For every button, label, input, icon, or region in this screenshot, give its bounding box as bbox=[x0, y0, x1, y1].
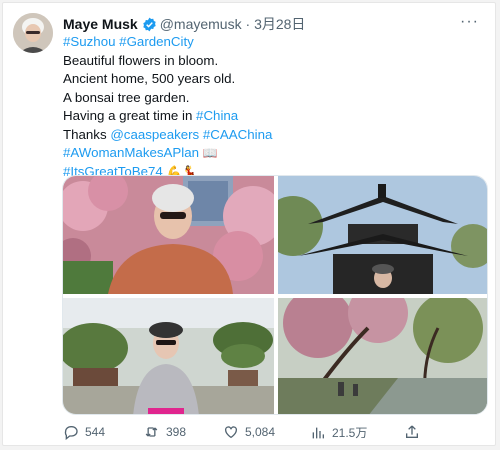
tweet-actions: 544 398 5,084 21.5万 bbox=[3, 424, 497, 448]
author-avatar[interactable] bbox=[13, 13, 53, 53]
hashtags-line[interactable]: #Suzhou #GardenCity bbox=[63, 33, 483, 52]
text-line: Beautiful flowers in bloom. bbox=[63, 52, 219, 68]
text-line: Ancient home, 500 years old. bbox=[63, 71, 236, 86]
separator-dot: · bbox=[241, 16, 255, 32]
hashtag-awomanmakesaplan[interactable]: #AWomanMakesAPlan bbox=[63, 145, 199, 160]
photo-canal-trees[interactable] bbox=[278, 298, 487, 414]
text-segment: Having a great time in bbox=[63, 108, 197, 123]
mention-links[interactable]: @caaspeakers #CAAChina bbox=[110, 127, 272, 142]
more-icon[interactable]: ··· bbox=[460, 13, 479, 31]
share-button[interactable] bbox=[404, 424, 420, 440]
reply-count: 544 bbox=[85, 425, 106, 439]
views-button[interactable]: 21.5万 bbox=[310, 424, 367, 441]
tweet-date[interactable]: 3月28日 bbox=[254, 16, 305, 32]
book-emoji: 📖 bbox=[202, 146, 218, 160]
author-handle[interactable]: @mayemusk bbox=[160, 16, 242, 32]
retweet-icon bbox=[143, 424, 160, 440]
reply-button[interactable]: 544 bbox=[63, 424, 105, 440]
tweet-card[interactable]: Maye Musk @mayemusk · 3月28日 ··· #Suzhou #… bbox=[2, 2, 496, 446]
text-segment: Thanks bbox=[63, 126, 111, 142]
like-button[interactable]: 5,084 bbox=[223, 424, 275, 440]
text-line: Thanks @caaspeakers #CAAChina bbox=[63, 126, 483, 145]
retweet-button[interactable]: 398 bbox=[143, 424, 186, 440]
text-line: Having a great time in #China bbox=[63, 107, 483, 126]
views-count: 21.5万 bbox=[332, 426, 368, 440]
text-line: #AWomanMakesAPlan 📖 bbox=[63, 144, 483, 163]
tweet-header: Maye Musk @mayemusk · 3月28日 bbox=[63, 14, 305, 35]
share-icon bbox=[404, 424, 420, 440]
views-icon bbox=[310, 425, 326, 441]
media-grid bbox=[62, 175, 488, 415]
reply-icon bbox=[63, 424, 79, 440]
photo-bonsai-garden[interactable] bbox=[63, 298, 274, 414]
author-name[interactable]: Maye Musk bbox=[63, 16, 138, 32]
hashtag-china[interactable]: #China bbox=[196, 108, 238, 123]
like-count: 5,084 bbox=[245, 425, 276, 439]
text-line: A bonsai tree garden. bbox=[63, 89, 190, 105]
photo-blossom-portrait[interactable] bbox=[63, 176, 274, 294]
like-icon bbox=[223, 424, 239, 440]
photo-pagoda[interactable] bbox=[278, 176, 487, 294]
tweet-text: #Suzhou #GardenCity Beautiful flowers in… bbox=[63, 33, 483, 181]
retweet-count: 398 bbox=[166, 425, 187, 439]
